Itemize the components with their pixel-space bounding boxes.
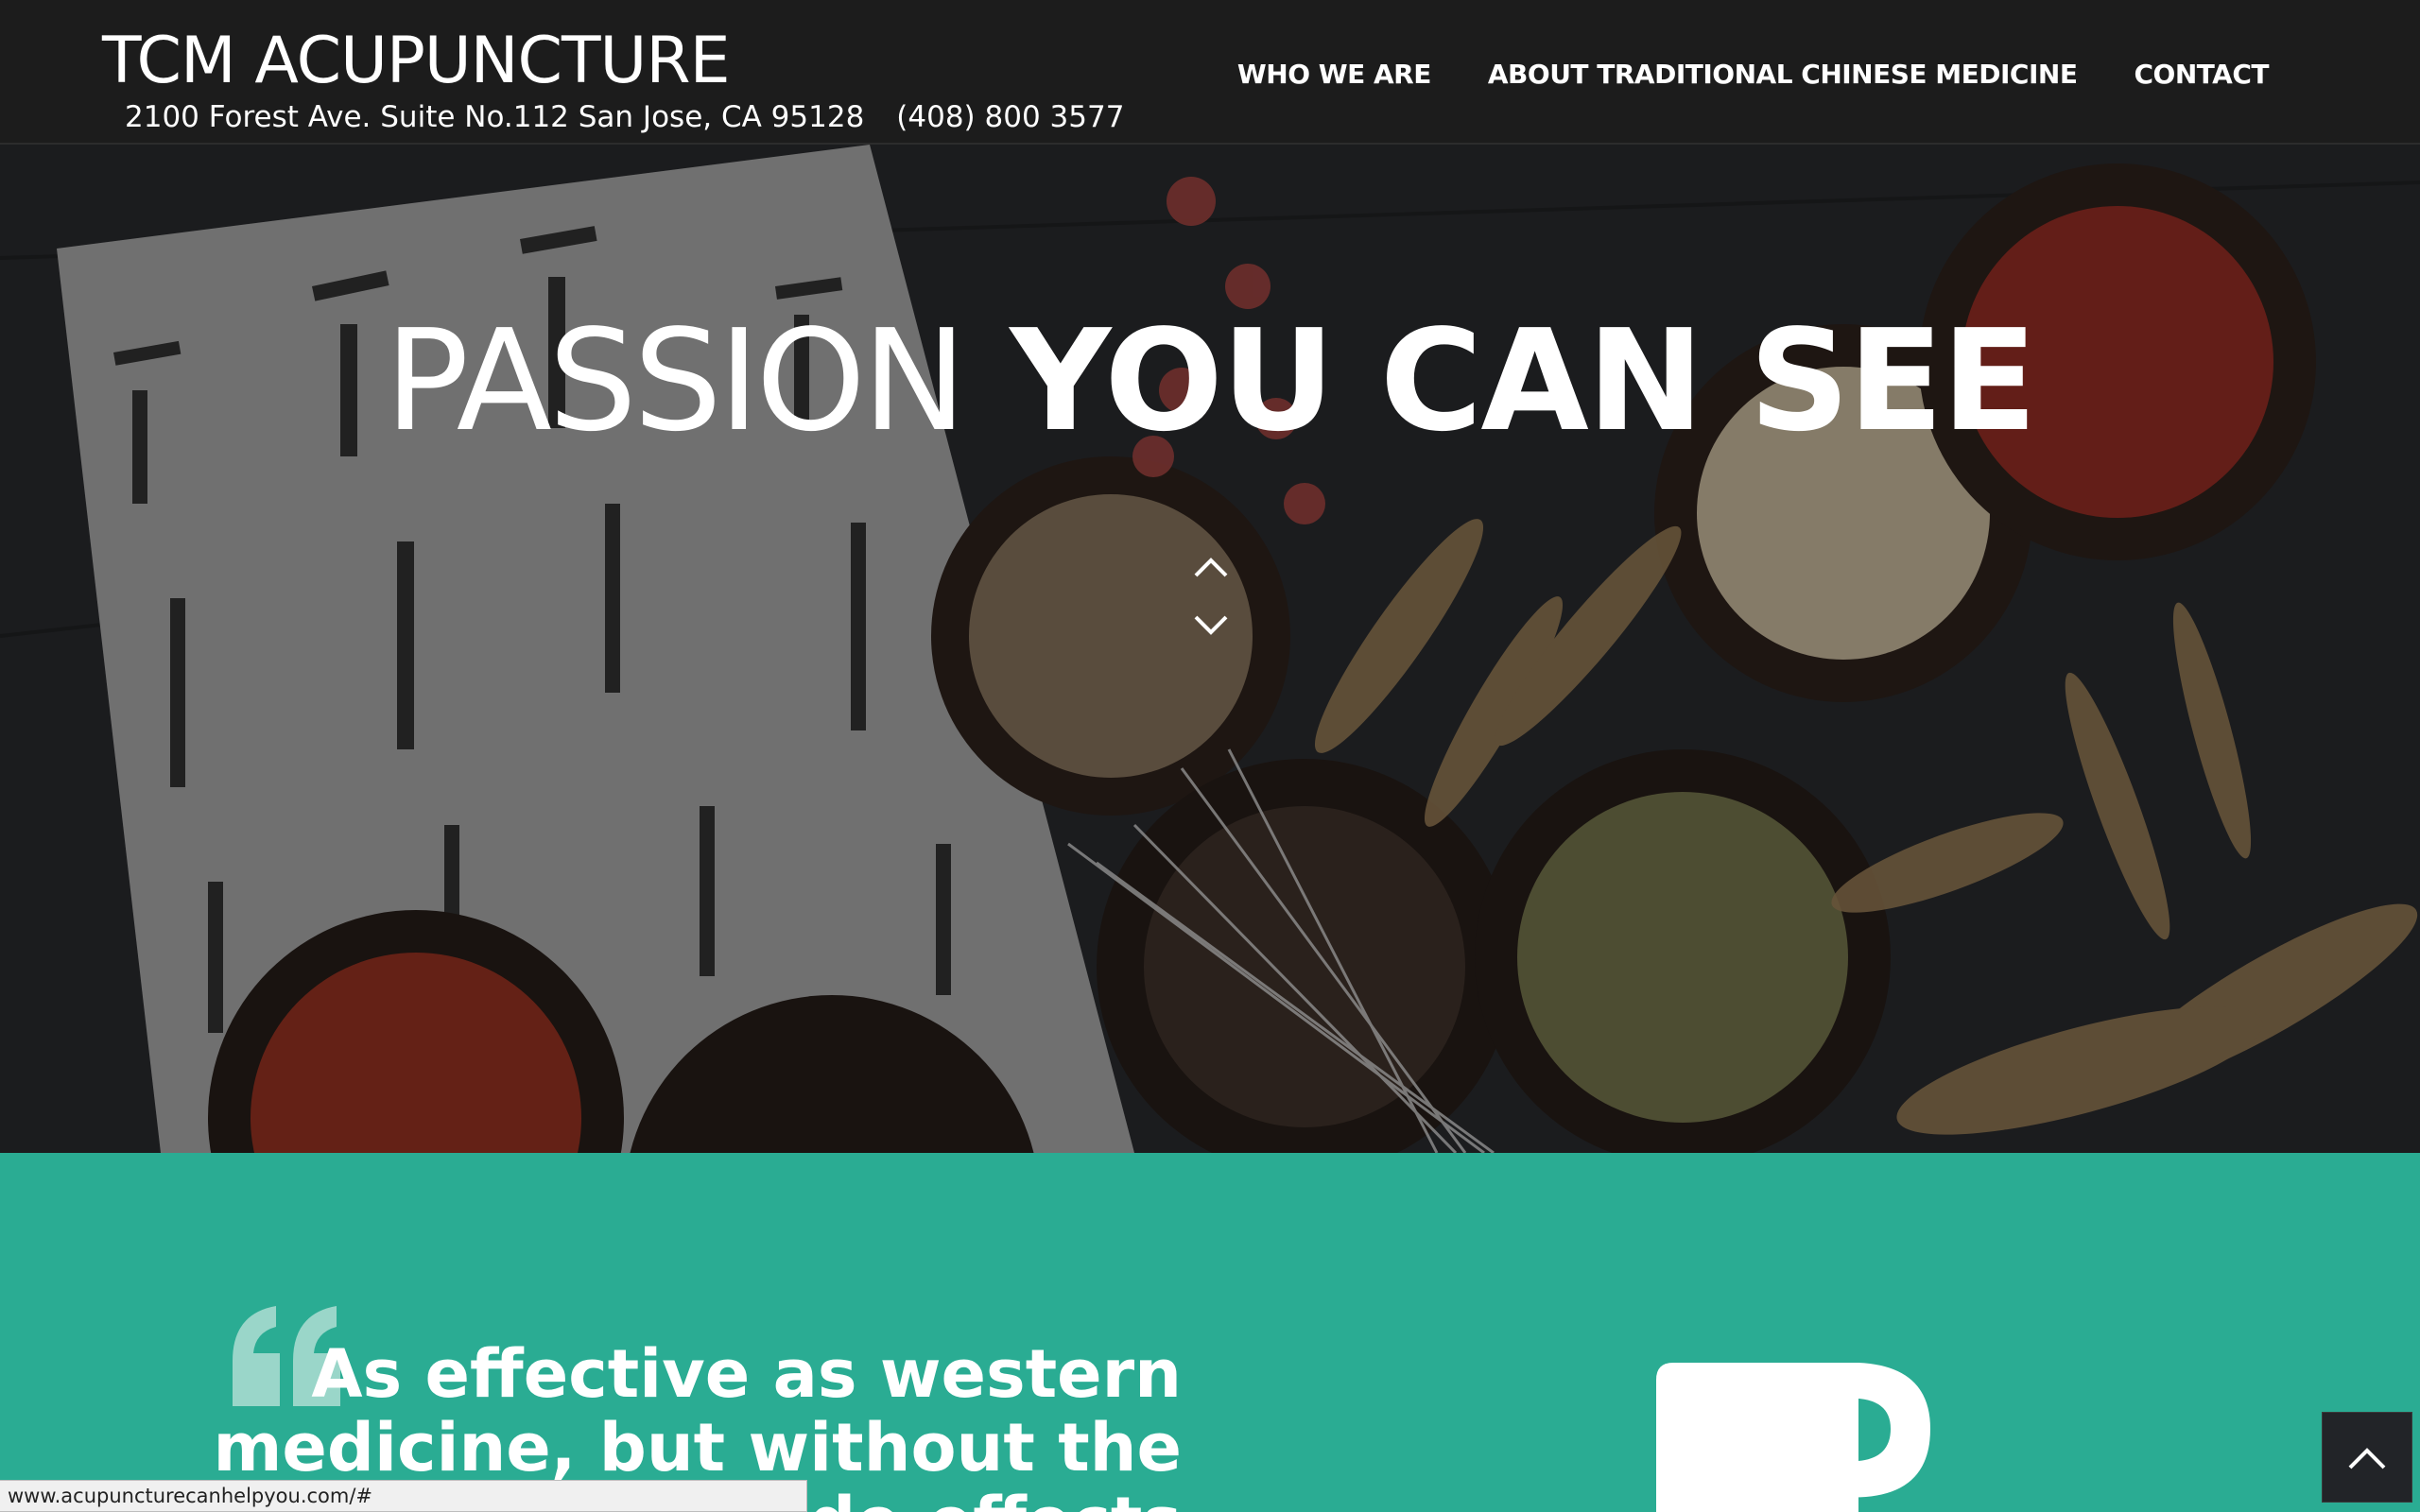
hero-headline-bold: YOU CAN SEE [1010, 300, 2037, 462]
coffee-cup-icon [1656, 1363, 1930, 1512]
back-to-top-button[interactable] [2322, 1412, 2412, 1503]
chevron-up-icon[interactable] [1194, 558, 1228, 577]
hero-headline: PASSION YOU CAN SEE [0, 305, 2420, 456]
nav-link-about-tcm[interactable]: ABOUT TRADITIONAL CHINESE MEDICINE [1488, 59, 2078, 90]
hero-section: PASSION YOU CAN SEE [0, 145, 2420, 1153]
feature-section: As effective as western medicine, but wi… [0, 1153, 2420, 1512]
nav-link-contact[interactable]: CONTACT [2134, 59, 2269, 90]
contact-info: 2100 Forest Ave. Suite No.112 San Jose, … [125, 98, 1124, 136]
hero-headline-light: PASSION [384, 300, 967, 462]
main-nav: WHO WE ARE ABOUT TRADITIONAL CHINESE MED… [1237, 59, 2270, 90]
chevron-up-icon [2348, 1448, 2386, 1469]
hero-background-image [0, 145, 2420, 1153]
site-header: TCM ACUPUNCTURE 2100 Forest Ave. Suite N… [0, 0, 2420, 145]
status-bar-url: www.acupuncturecanhelpyou.com/# [0, 1480, 807, 1512]
chevron-down-icon[interactable] [1194, 615, 1228, 635]
scroll-arrows[interactable] [1190, 551, 1232, 642]
nav-link-who-we-are[interactable]: WHO WE ARE [1237, 59, 1432, 90]
site-logo-title[interactable]: TCM ACUPUNCTURE [102, 19, 731, 104]
address-text: 2100 Forest Ave. Suite No.112 San Jose, … [125, 100, 865, 134]
phone-text[interactable]: (408) 800 3577 [896, 100, 1124, 134]
